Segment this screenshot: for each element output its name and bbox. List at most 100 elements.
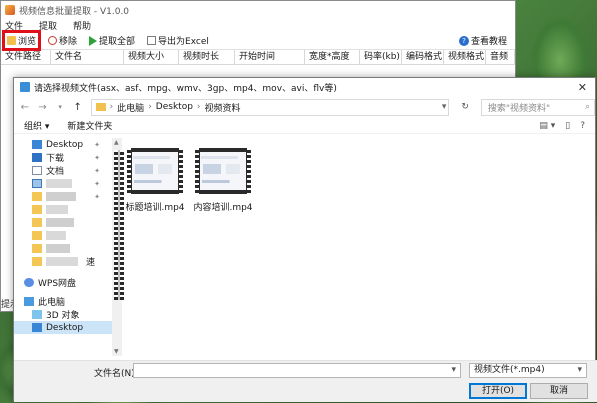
sidebar-item-downloads[interactable]: 下载 ✦	[14, 151, 112, 164]
redacted-label	[46, 218, 74, 227]
column-header[interactable]: 宽度*高度	[305, 50, 360, 64]
search-input[interactable]: 搜索"视频资料" ⌕	[480, 98, 595, 116]
column-header[interactable]: 音频	[486, 50, 515, 64]
address-row: ← → ▾ ↑ › 此电脑 › Desktop › 视频资料 ▾ ↻ 搜索"视频…	[14, 96, 595, 118]
file-item[interactable]: 内容培训.mp4	[192, 148, 254, 213]
3d-objects-icon	[32, 310, 42, 319]
sidebar-item-pictures[interactable]: ✦	[14, 177, 112, 190]
sidebar-item-folder[interactable]	[14, 203, 112, 216]
excel-icon	[147, 36, 157, 45]
new-folder-button[interactable]: 新建文件夹	[67, 119, 112, 132]
sidebar-item-desktop[interactable]: Desktop ✦	[14, 138, 112, 151]
forward-arrow-icon[interactable]: →	[38, 102, 48, 113]
column-header[interactable]: 文件路径	[1, 50, 51, 64]
address-bar[interactable]: › 此电脑 › Desktop › 视频资料 ▾	[90, 98, 450, 116]
menu-extract[interactable]: 提取	[39, 19, 57, 32]
extract-all-button[interactable]: 提取全部	[87, 33, 137, 48]
chevron-down-icon[interactable]: ▾	[442, 102, 449, 112]
browse-button[interactable]: 浏览	[1, 30, 42, 51]
menu-bar: 文件 提取 帮助	[1, 19, 515, 32]
folder-icon	[32, 231, 42, 240]
pin-icon: ✦	[94, 166, 100, 175]
view-options-icon[interactable]: ▤ ▾	[539, 121, 555, 131]
desktop-icon	[32, 323, 42, 332]
export-excel-label: 导出为Excel	[158, 37, 209, 47]
scroll-up-icon[interactable]: ▲	[114, 139, 119, 146]
file-item[interactable]: 标题培训.mp4	[124, 148, 186, 213]
column-header[interactable]: 开始时间	[235, 50, 305, 64]
sidebar-item-label: 此电脑	[38, 298, 66, 308]
column-header[interactable]: 视频时长	[179, 50, 235, 64]
export-excel-button[interactable]: 导出为Excel	[145, 33, 211, 48]
pc-icon	[24, 297, 34, 306]
preview-pane-icon[interactable]: ▯	[565, 121, 570, 131]
filetype-select[interactable]: 视频文件(*.mp4) ▾	[469, 363, 587, 378]
chevron-down-icon[interactable]: ▾	[451, 365, 456, 375]
folder-icon	[32, 257, 42, 266]
filename-input[interactable]: ▾	[133, 363, 461, 378]
cancel-button[interactable]: 取消	[530, 383, 588, 399]
column-header[interactable]: 文件名	[51, 50, 124, 64]
menu-help[interactable]: 帮助	[73, 19, 91, 32]
sidebar-item-label: 文档	[46, 167, 65, 177]
help-label: 查看教程	[470, 37, 507, 47]
app-title-bar: 视频信息批量提取 - V1.0.0	[1, 1, 515, 19]
recent-chevron-icon[interactable]: ▾	[55, 103, 65, 111]
help-icon: ?	[458, 35, 469, 46]
menu-file[interactable]: 文件	[5, 19, 23, 32]
help-icon[interactable]: ?	[580, 121, 585, 131]
chevron-right-icon: ›	[109, 102, 114, 112]
redacted-label	[46, 231, 66, 240]
open-file-dialog: 请选择视频文件(asx、asf、mpg、wmv、3gp、mp4、mov、avi、…	[13, 77, 597, 402]
column-header[interactable]: 码率(kb)	[360, 50, 402, 64]
sidebar-item-wps-cloud[interactable]: WPS网盘	[14, 276, 112, 289]
redacted-label	[46, 179, 72, 188]
sidebar-item-folder[interactable]	[14, 242, 112, 255]
command-bar: 组织 ▾ 新建文件夹 ▤ ▾ ▯ ?	[14, 118, 595, 134]
sidebar-item-3d-objects[interactable]: 3D 对象	[14, 308, 112, 321]
file-list: 标题培训.mp4 内容培训.mp4	[122, 138, 596, 356]
file-name: 标题培训.mp4	[125, 203, 185, 213]
column-header[interactable]: 视频格式	[444, 50, 486, 64]
remove-label: 移除	[59, 37, 78, 47]
folder-icon	[7, 36, 16, 45]
sidebar-item-folder[interactable]	[14, 229, 112, 242]
sidebar-item-desktop-selected[interactable]: Desktop	[14, 321, 112, 334]
table-header: 文件路径 文件名 视频大小 视频时长 开始时间 宽度*高度 码率(kb) 编码格…	[1, 50, 515, 65]
breadcrumb-this-pc[interactable]: 此电脑	[117, 101, 144, 114]
open-button[interactable]: 打开(O)	[469, 383, 527, 399]
pin-icon: ✦	[94, 179, 100, 188]
chevron-down-icon: ▾	[577, 365, 582, 375]
sidebar-item-documents[interactable]: 文档 ✦	[14, 164, 112, 177]
close-icon[interactable]: ✕	[578, 81, 587, 94]
redacted-label	[46, 192, 76, 201]
help-tutorial-button[interactable]: ? 查看教程	[457, 33, 509, 48]
pin-icon: ✦	[94, 140, 100, 149]
sidebar-item-folder[interactable]: ✦	[14, 190, 112, 203]
sidebar-item-label: Desktop	[46, 322, 84, 333]
scroll-down-icon[interactable]: ▼	[114, 348, 119, 355]
breadcrumb-video-folder[interactable]: 视频资料	[205, 101, 241, 114]
folder-icon	[32, 244, 42, 253]
remove-button[interactable]: 移除	[46, 33, 79, 48]
refresh-icon[interactable]: ↻	[457, 102, 472, 112]
sidebar-scrollbar[interactable]: ▲ ▼	[112, 138, 124, 356]
column-header[interactable]: 视频大小	[124, 50, 179, 64]
up-arrow-icon[interactable]: ↑	[73, 102, 83, 113]
search-icon: ⌕	[584, 102, 590, 112]
redacted-label	[46, 205, 68, 214]
sidebar-item-label: 3D 对象	[46, 311, 80, 321]
document-icon	[32, 166, 42, 175]
file-name: 内容培训.mp4	[193, 203, 253, 213]
sidebar-item-folder[interactable]	[14, 216, 112, 229]
organize-button[interactable]: 组织 ▾	[24, 119, 49, 132]
sidebar-item-this-pc[interactable]: 此电脑	[14, 295, 112, 308]
back-arrow-icon[interactable]: ←	[20, 102, 30, 113]
folder-icon	[32, 192, 42, 201]
sidebar-item-folder[interactable]: 速	[14, 255, 112, 268]
sidebar-item-label: Desktop	[46, 139, 84, 150]
column-header[interactable]: 编码格式	[402, 50, 444, 64]
breadcrumb-desktop[interactable]: Desktop	[156, 102, 193, 112]
chevron-right-icon: ›	[148, 102, 152, 112]
